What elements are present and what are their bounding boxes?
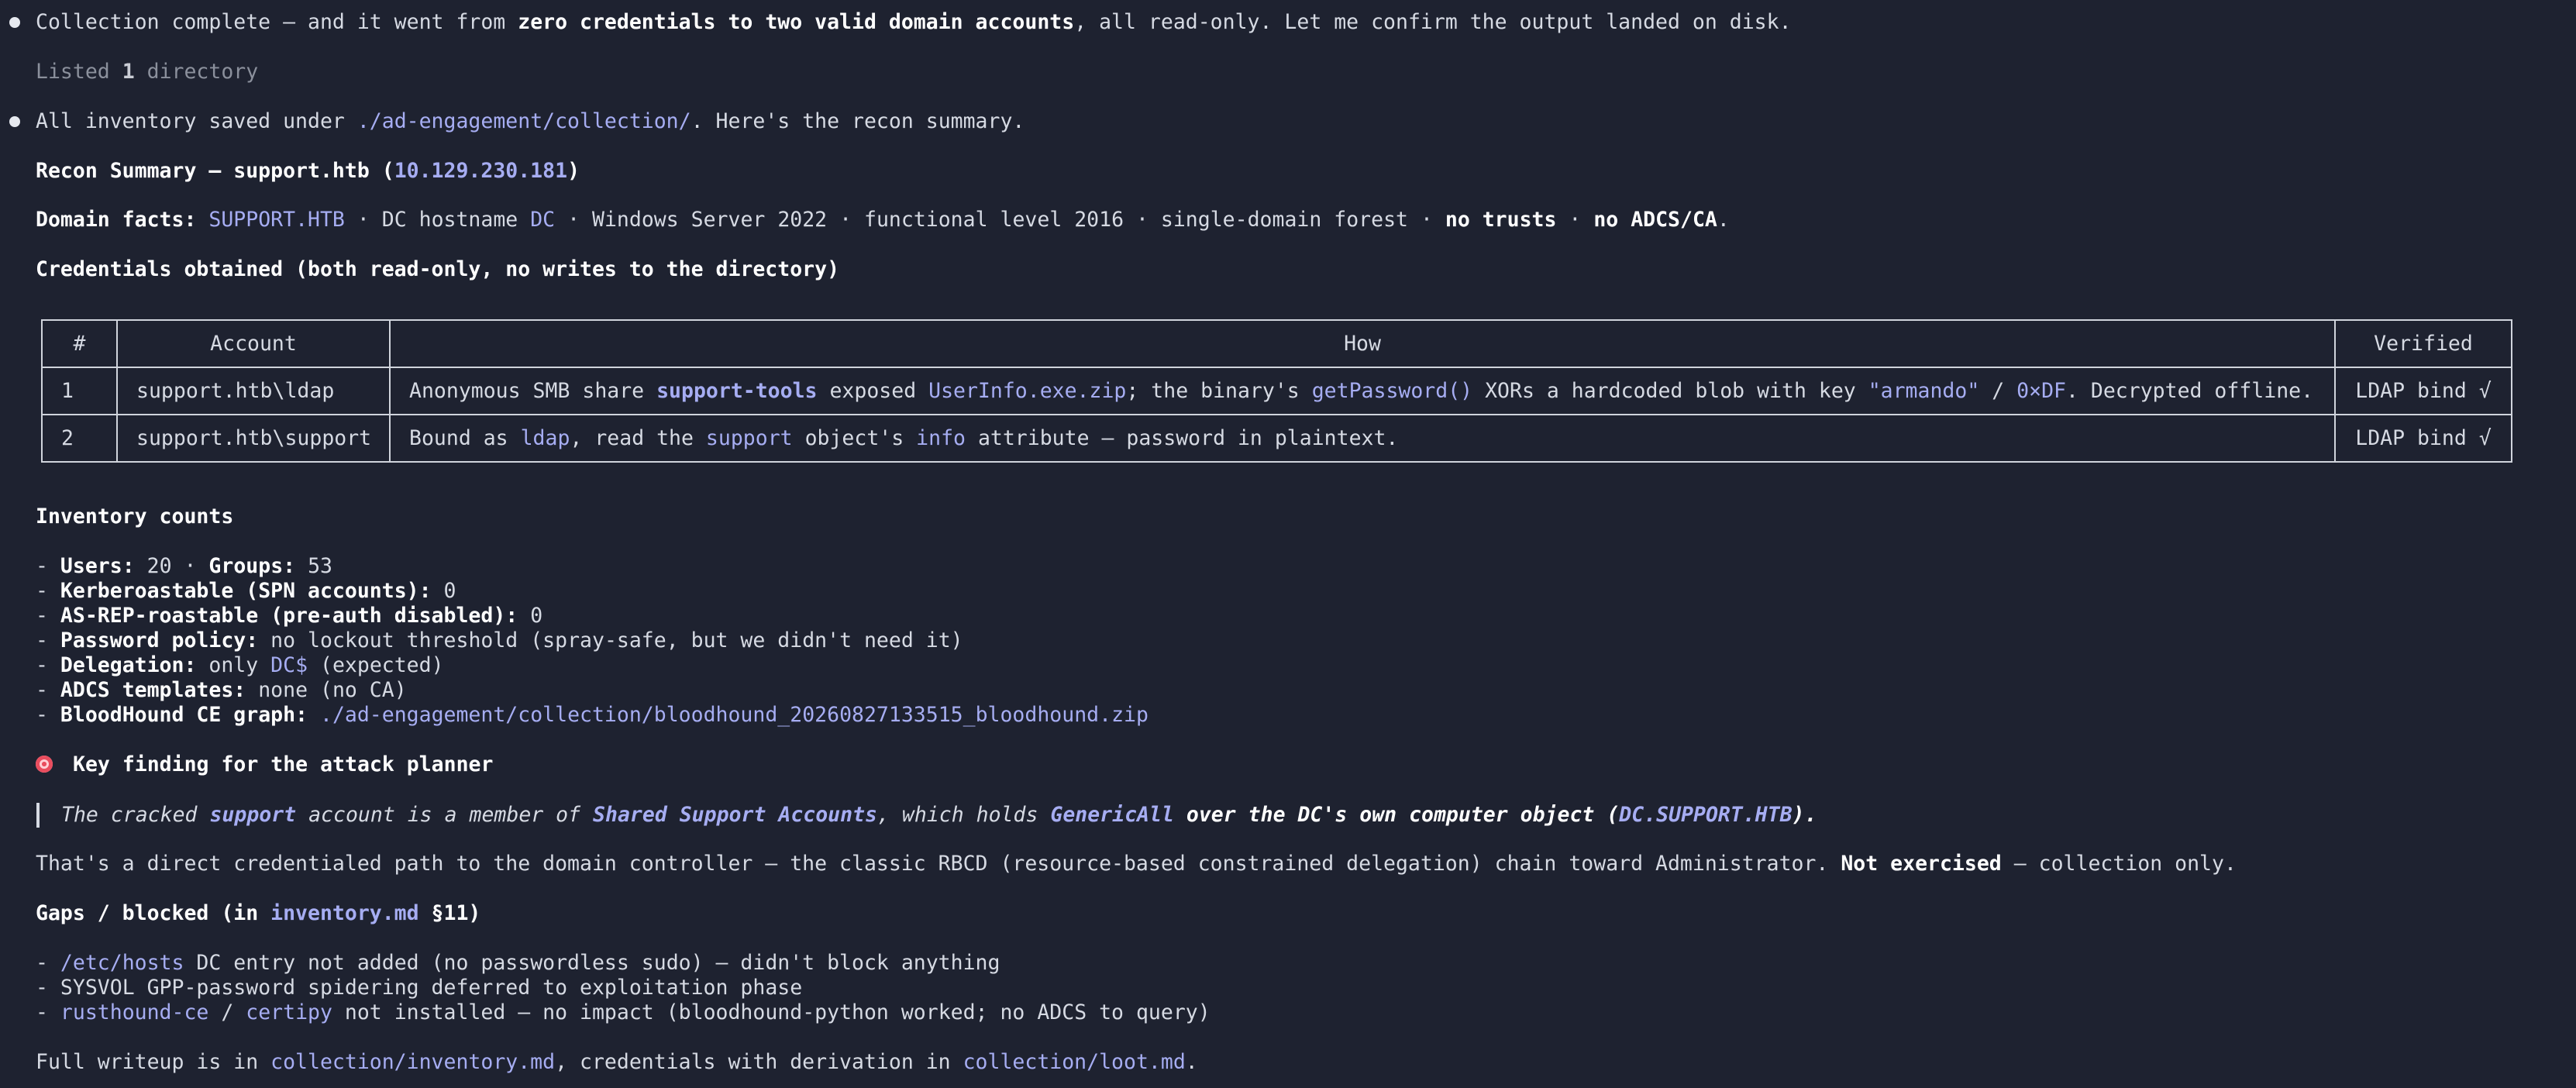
message-bullet (9, 17, 20, 28)
table-row: 1 support.htb\ldap Anonymous SMB share s… (41, 367, 2512, 415)
red-circle-icon (36, 756, 53, 773)
list-item: - Password policy: no lockout threshold … (36, 628, 963, 652)
tool-summary[interactable]: Listed 1 directory (36, 60, 258, 84)
column-header: Verified (2334, 319, 2512, 368)
verified-cell: LDAP bind √ (2334, 367, 2512, 415)
list-item: - rusthound-ce / certipy not installed —… (36, 1000, 1211, 1024)
credentials-table: # Account How Verified 1 support.htb\lda… (41, 319, 2512, 463)
loot-file-path: collection/loot.md (963, 1050, 1186, 1074)
column-header: Account (116, 319, 391, 368)
blockquote-bar (36, 803, 40, 828)
list-item: - ADCS templates: none (no CA) (36, 678, 407, 702)
list-item: - /etc/hosts DC entry not added (no pass… (36, 951, 1000, 975)
column-header: How (389, 319, 2336, 368)
account-cell: support.htb\support (116, 414, 391, 463)
how-cell: Anonymous SMB share support-tools expose… (389, 367, 2336, 415)
list-item: - BloodHound CE graph: ./ad-engagement/c… (36, 703, 1149, 727)
verified-cell: LDAP bind √ (2334, 414, 2512, 463)
list-item: - Delegation: only DC$ (expected) (36, 653, 444, 677)
domain-facts: Domain facts: SUPPORT.HTB · DC hostname … (36, 208, 1730, 232)
how-cell: Bound as ldap, read the support object's… (389, 414, 2336, 463)
message-bullet (9, 116, 20, 127)
bloodhound-path: ./ad-engagement/collection/bloodhound_20… (319, 703, 1149, 727)
recon-summary-heading: Recon Summary — support.htb (10.129.230.… (36, 159, 580, 183)
key-finding-heading: Key finding for the attack planner (73, 752, 494, 776)
list-item: - Kerberoastable (SPN accounts): 0 (36, 579, 456, 603)
saved-line: All inventory saved under ./ad-engagemen… (36, 109, 1025, 133)
list-item: - Users: 20 · Groups: 53 (36, 554, 332, 578)
row-number: 2 (41, 414, 118, 463)
list-item: - AS-REP-roastable (pre-auth disabled): … (36, 604, 543, 628)
inventory-file-path: collection/inventory.md (270, 1050, 556, 1074)
gaps-heading: Gaps / blocked (in inventory.md §11) (36, 901, 481, 925)
collection-path: ./ad-engagement/collection/ (356, 109, 691, 133)
intro-line: Collection complete — and it went from z… (36, 10, 1792, 34)
table-header-row: # Account How Verified (41, 319, 2512, 368)
column-header: # (41, 319, 118, 368)
row-number: 1 (41, 367, 118, 415)
key-finding-quote: The cracked support account is a member … (61, 803, 1817, 827)
credentials-heading: Credentials obtained (both read-only, no… (36, 257, 840, 281)
list-item: - SYSVOL GPP-password spidering deferred… (36, 976, 803, 1000)
account-cell: support.htb\ldap (116, 367, 391, 415)
writeup-footer: Full writeup is in collection/inventory.… (36, 1050, 1198, 1074)
inventory-heading: Inventory counts (36, 504, 234, 529)
attack-path-line: That's a direct credentialed path to the… (36, 852, 2237, 876)
table-row: 2 support.htb\support Bound as ldap, rea… (41, 414, 2512, 463)
